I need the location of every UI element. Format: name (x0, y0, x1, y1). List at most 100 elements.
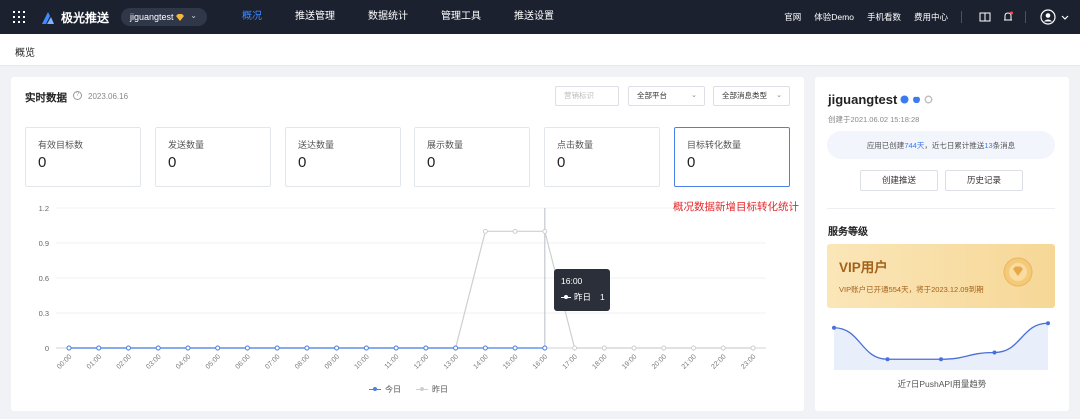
stat-label: 有效目标数 (38, 140, 84, 150)
legend-item-yesterday[interactable]: 昨日 (416, 384, 448, 395)
diamond-icon (175, 13, 184, 21)
x-tick-label: 10:00 (353, 353, 370, 370)
vip-title: VIP用户 (839, 260, 888, 275)
y-tick-label: 0.9 (39, 239, 49, 248)
series-marker-icon (561, 294, 571, 300)
realtime-line-chart[interactable]: 0 0.3 0.6 0.9 1.2 00:00 01:00 02:00 03:00 04:00 05… (11, 196, 781, 376)
app-name: jiguangtest (828, 92, 933, 107)
stat-value: 0 (298, 154, 307, 171)
data-point (661, 345, 667, 351)
legend-label: 今日 (385, 385, 401, 394)
android-icon (900, 95, 909, 104)
x-tick-label: 00:00 (56, 353, 73, 370)
help-icon[interactable]: ? (73, 91, 82, 100)
app-name-text: jiguangtest (828, 92, 898, 107)
x-tick-label: 08:00 (294, 353, 311, 370)
nav-item-overview[interactable]: 概况 (242, 0, 262, 34)
avatar-icon[interactable] (1040, 9, 1056, 25)
tag-filter-input[interactable]: 营销标识 (555, 86, 619, 106)
vip-banner[interactable]: VIP用户 VIP账户已开通554天，将于2023.12.09到期 (827, 244, 1055, 308)
chevron-down-icon: ⌄ (776, 92, 782, 99)
y-tick-label: 0.3 (39, 309, 49, 318)
x-tick-label: 07:00 (264, 353, 281, 370)
stat-value: 0 (427, 154, 436, 171)
history-button[interactable]: 历史记录 (945, 170, 1023, 191)
logo[interactable]: 极光推送 (40, 9, 109, 26)
data-point (542, 228, 548, 234)
data-point (304, 345, 310, 351)
platform-select[interactable]: 全部平台 ⌄ (628, 86, 705, 106)
data-point (244, 345, 250, 351)
x-tick-label: 19:00 (621, 353, 638, 370)
data-point (363, 345, 369, 351)
stat-card[interactable]: 展示数量 0 (414, 127, 530, 187)
stat-label: 点击数量 (557, 140, 594, 150)
stat-value: 0 (687, 154, 696, 171)
app-select-label: jiguangtest (130, 12, 174, 22)
stat-card[interactable]: 点击数量 0 (544, 127, 660, 187)
logo-text: 极光推送 (61, 11, 110, 25)
create-push-button[interactable]: 创建推送 (860, 170, 938, 191)
data-point (691, 345, 697, 351)
chevron-down-icon: ⌄ (190, 11, 197, 20)
app-select[interactable]: jiguangtest ⌄ (121, 8, 207, 26)
series-line (69, 230, 753, 349)
x-tick-label: 03:00 (145, 353, 162, 370)
tooltip-value: 1 (600, 292, 605, 302)
link-mobile[interactable]: 手机看数 (867, 11, 901, 23)
summary-mid: ，近七日累计推送 (924, 140, 985, 150)
data-point (572, 345, 578, 351)
x-tick-label: 18:00 (591, 353, 608, 370)
x-tick-label: 21:00 (681, 353, 698, 370)
app-grid-icon[interactable] (13, 11, 25, 23)
data-point (512, 345, 518, 351)
nav-item-tools[interactable]: 管理工具 (441, 0, 481, 34)
data-point (720, 345, 726, 351)
stat-label: 目标转化数量 (687, 140, 742, 150)
page-title: 概览 (15, 48, 35, 59)
app-created-time: 创建于2021.06.02 15:18:28 (828, 115, 920, 124)
data-point (631, 345, 637, 351)
app-summary: 应用已创建 744天 ，近七日累计推送 13 条消息 (827, 131, 1055, 159)
divider (961, 11, 962, 23)
bell-icon[interactable] (1001, 10, 1015, 24)
annotation-text: 概况数据新增目标转化统计 (673, 201, 799, 213)
x-tick-label: 17:00 (562, 353, 579, 370)
legend-marker (416, 386, 428, 394)
api-usage-trend-chart[interactable] (827, 315, 1055, 370)
message-type-select[interactable]: 全部消息类型 ⌄ (713, 86, 790, 106)
stat-card[interactable]: 发送数量 0 (155, 127, 271, 187)
data-point (274, 345, 280, 351)
x-tick-label: 13:00 (443, 353, 460, 370)
stat-card[interactable]: 有效目标数 0 (25, 127, 141, 187)
data-point (542, 345, 548, 351)
stat-card[interactable]: 送达数量 0 (285, 127, 401, 187)
link-billing[interactable]: 费用中心 (914, 11, 948, 23)
stat-label: 展示数量 (427, 140, 464, 150)
top-nav-bar: 极光推送 jiguangtest ⌄ 概况 推送管理 数据统计 管理工具 推送设… (0, 0, 1080, 34)
chart-tooltip: 16:00 昨日 1 (554, 269, 610, 311)
x-tick-label: 22:00 (710, 353, 727, 370)
chevron-down-icon: ⌄ (691, 92, 697, 99)
nav-item-push-management[interactable]: 推送管理 (295, 0, 335, 34)
vip-description: VIP账户已开通554天，将于2023.12.09到期 (839, 285, 984, 294)
legend-item-today[interactable]: 今日 (369, 384, 401, 395)
divider (1025, 11, 1026, 23)
stat-value: 0 (168, 154, 177, 171)
data-point (334, 345, 340, 351)
nav-item-push-settings[interactable]: 推送设置 (514, 0, 554, 34)
section-title: 实时数据 (25, 92, 67, 104)
x-tick-label: 06:00 (235, 353, 252, 370)
chevron-down-icon[interactable] (1060, 10, 1070, 24)
nav-item-statistics[interactable]: 数据统计 (368, 0, 408, 34)
legend-marker (369, 386, 381, 394)
book-icon[interactable] (978, 10, 992, 24)
tooltip-row: 昨日 1 (561, 291, 605, 303)
data-point (393, 345, 399, 351)
stat-card-active[interactable]: 目标转化数量 0 (674, 127, 790, 187)
data-point (96, 345, 102, 351)
link-official-site[interactable]: 官网 (784, 11, 801, 23)
jiguang-logo-icon (42, 11, 54, 24)
x-tick-label: 16:00 (532, 353, 549, 370)
link-demo[interactable]: 体验Demo (814, 11, 854, 23)
